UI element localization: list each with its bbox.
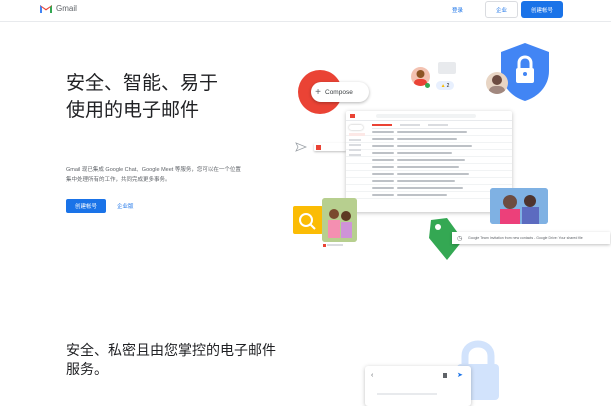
notification-text: Google Team Invitation from new contacts… [468, 236, 583, 240]
create-account-cta[interactable]: 创建帐号 [66, 199, 106, 213]
mockup-mail-row [346, 185, 512, 192]
gmail-mini-icon [350, 113, 355, 118]
mockup-nav-item [349, 144, 361, 146]
photo-caption-chip [323, 243, 345, 247]
create-account-button[interactable]: 创建帐号 [521, 1, 563, 18]
family-photo [322, 198, 357, 242]
mockup-nav-item [349, 154, 361, 156]
notification-chip: ◷ Google Team Invitation from new contac… [452, 232, 610, 244]
mockup-mail-row [346, 171, 512, 178]
red-dot-icon [323, 243, 326, 247]
search-icon [299, 213, 316, 230]
mockup-tab [428, 123, 448, 126]
gmail-logo[interactable]: Gmail [40, 4, 77, 13]
small-chip-decoration [314, 143, 346, 151]
business-button-label: 企业 [495, 7, 507, 14]
avatar-man [486, 72, 508, 94]
person-icon [489, 75, 505, 94]
mockup-tab [372, 123, 392, 126]
mockup-mail-row [346, 136, 512, 143]
send-icon [295, 142, 307, 152]
compose-label: Compose [325, 88, 353, 96]
mockup-mail-row [346, 157, 512, 164]
section-title: 安全、私密且由您掌控的电子邮件服务。 [66, 342, 276, 377]
hero-title: 安全、智能、易于使用的电子邮件 [66, 73, 219, 121]
mockup-mail-row [346, 143, 512, 150]
compose-window-mockup: ‹ ➤ [365, 366, 471, 406]
send-arrow-icon: ➤ [457, 372, 463, 379]
top-header: Gmail 登录 企业 创建帐号 [0, 0, 611, 22]
caption-bar [327, 244, 343, 246]
mockup-nav-active [349, 133, 365, 136]
notification-icon: ◷ [457, 235, 463, 242]
mockup-mail-row [346, 129, 512, 136]
mockup-toolbar [346, 111, 512, 121]
children-photo-icon [322, 198, 357, 242]
security-shield-icon [501, 43, 549, 101]
business-button[interactable]: 企业 [485, 1, 518, 18]
mockup-sidebar [349, 125, 367, 159]
signin-link[interactable]: 登录 [452, 6, 463, 14]
plus-icon: + [315, 86, 321, 98]
gmail-m-icon [40, 5, 52, 13]
mockup-tab [400, 123, 420, 126]
video-call-photo [490, 188, 548, 224]
attach-icon [443, 373, 447, 378]
brand-name: Gmail [56, 4, 77, 13]
create-account-cta-label: 创建帐号 [74, 204, 97, 210]
gmail-mini-icon [315, 144, 321, 150]
mockup-search-bar [376, 113, 476, 118]
inbox-mockup [346, 111, 512, 212]
mockup-nav-item [349, 149, 361, 151]
mockup-tabs [372, 121, 512, 129]
create-account-button-label: 创建帐号 [530, 7, 553, 14]
mockup-mail-row [346, 178, 512, 185]
compose-button-illustration: + Compose [311, 82, 369, 102]
mockup-mail-row [346, 192, 512, 199]
reaction-count: 2 [446, 82, 450, 89]
mockup-line [377, 393, 437, 395]
hero-description: Gmail 现已集成 Google Chat、Google Meet 等服务，您… [66, 167, 241, 183]
business-link[interactable]: 企业版 [117, 202, 134, 210]
chat-bubble-decoration [438, 62, 456, 74]
reaction-chip: ▲ 2 [436, 81, 454, 90]
mockup-mail-row [346, 150, 512, 157]
status-dot [425, 83, 430, 88]
mockup-mail-row [346, 164, 512, 171]
back-icon: ‹ [371, 372, 374, 379]
mockup-nav-item [349, 139, 361, 141]
thumbs-up-icon: ▲ [440, 82, 446, 89]
people-photo-icon [490, 188, 548, 224]
mockup-compose [349, 125, 363, 130]
